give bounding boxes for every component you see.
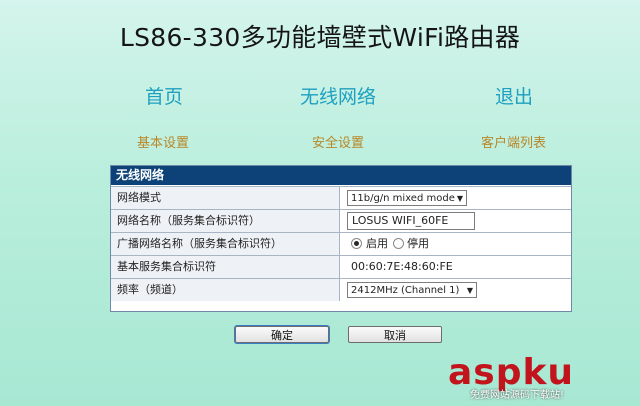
wireless-settings-panel: 无线网络 网络模式 11b/g/n mixed mode ▼ 网络名称（服务集合… bbox=[110, 165, 572, 312]
ssid-input[interactable]: LOSUS WIFI_60FE bbox=[347, 212, 475, 230]
network-mode-select[interactable]: 11b/g/n mixed mode ▼ bbox=[347, 190, 467, 206]
cancel-button[interactable]: 取消 bbox=[348, 326, 442, 343]
channel-label: 频率（频道） bbox=[111, 279, 340, 301]
confirm-button[interactable]: 确定 bbox=[235, 326, 329, 343]
bssid-cell: 00:60:7E:48:60:FE bbox=[347, 256, 547, 278]
row-ssid: 网络名称（服务集合标识符） LOSUS WIFI_60FE bbox=[111, 209, 571, 232]
nav-logout[interactable]: 退出 bbox=[495, 82, 533, 109]
broadcast-ssid-label: 广播网络名称（服务集合标识符） bbox=[111, 233, 340, 255]
watermark-sub: 免费网站源码下载站! bbox=[470, 390, 565, 401]
nav-home[interactable]: 首页 bbox=[145, 82, 183, 109]
subnav-security-settings[interactable]: 安全设置 bbox=[312, 132, 364, 151]
nav-wireless[interactable]: 无线网络 bbox=[300, 82, 376, 109]
subnav-client-list[interactable]: 客户端列表 bbox=[481, 132, 546, 151]
broadcast-enable-label: 启用 bbox=[366, 237, 388, 250]
broadcast-disable-radio[interactable] bbox=[393, 238, 404, 249]
chevron-down-icon: ▼ bbox=[456, 194, 463, 203]
channel-select[interactable]: 2412MHz (Channel 1) ▼ bbox=[347, 282, 477, 298]
page-title: LS86-330多功能墙壁式WiFi路由器 bbox=[119, 23, 521, 52]
row-bssid: 基本服务集合标识符 00:60:7E:48:60:FE bbox=[111, 255, 571, 278]
network-mode-value: 11b/g/n mixed mode bbox=[351, 193, 455, 204]
watermark-logo: aspku 免费网站源码下载站! bbox=[448, 352, 618, 402]
row-channel: 频率（频道） 2412MHz (Channel 1) ▼ bbox=[111, 278, 571, 301]
ssid-label: 网络名称（服务集合标识符） bbox=[111, 210, 340, 232]
row-network-mode: 网络模式 11b/g/n mixed mode ▼ bbox=[111, 186, 571, 209]
subnav-basic-settings[interactable]: 基本设置 bbox=[137, 132, 189, 151]
bssid-value: 00:60:7E:48:60:FE bbox=[351, 260, 453, 273]
panel-header: 无线网络 bbox=[111, 166, 571, 185]
broadcast-disable-label: 停用 bbox=[407, 237, 429, 250]
network-mode-label: 网络模式 bbox=[111, 187, 340, 209]
chevron-down-icon: ▼ bbox=[466, 286, 473, 295]
row-broadcast-ssid: 广播网络名称（服务集合标识符） 启用 停用 bbox=[111, 232, 571, 255]
broadcast-enable-radio[interactable] bbox=[351, 238, 362, 249]
bssid-label: 基本服务集合标识符 bbox=[111, 256, 340, 278]
broadcast-ssid-cell: 启用 停用 bbox=[347, 233, 567, 255]
channel-value: 2412MHz (Channel 1) bbox=[351, 285, 460, 296]
